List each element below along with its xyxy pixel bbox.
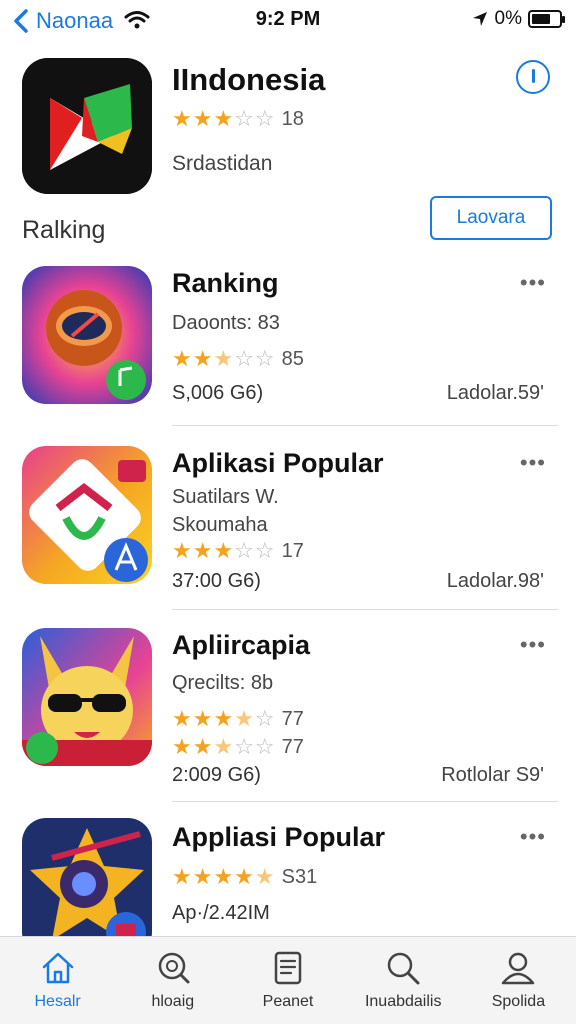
app-title: Ranking	[172, 268, 279, 298]
more-options-icon[interactable]: •••	[520, 270, 546, 296]
rating-count: 85	[281, 347, 304, 370]
status-indicators: 0%	[471, 8, 565, 30]
tab-label: Inuabdailis	[364, 993, 442, 1010]
featured-app-icon[interactable]	[22, 58, 152, 194]
tab-label: Hesalr	[34, 993, 81, 1010]
action-button[interactable]: Laovara	[430, 196, 552, 240]
more-options-icon[interactable]: •••	[520, 824, 546, 850]
star-rating: ★★★☆☆	[172, 346, 276, 371]
info-icon[interactable]	[516, 60, 550, 94]
tab-games[interactable]: hloaig	[115, 937, 230, 1024]
app-price: Ladolar.59'	[446, 382, 544, 404]
more-options-icon[interactable]: •••	[520, 450, 546, 476]
app-rating: ★★★★★ S31	[172, 864, 317, 890]
app-rating: ★★★★☆ 77	[172, 706, 304, 732]
person-icon	[502, 952, 535, 985]
play-logo-icon	[22, 58, 152, 194]
app-detail: Daoonts: 83	[172, 312, 280, 334]
rating-count: 18	[281, 107, 304, 130]
section-heading: Ralking	[22, 216, 106, 244]
app-price: Ladolar.98'	[446, 570, 544, 592]
rating-count: S31	[281, 865, 318, 888]
home-icon	[42, 952, 73, 984]
app-title: Aplikasi Popular	[172, 448, 384, 478]
app-price: Rotlolar S9'	[441, 764, 544, 786]
app-icon	[22, 446, 152, 584]
star-rating: ★★★★★	[172, 864, 276, 889]
app-list: Ranking ••• Daoonts: 83 ★★★☆☆ 85 S,006 G…	[0, 260, 576, 956]
app-detail: Suatilars W.	[172, 486, 279, 508]
app-rating: ★★★☆☆ 85	[172, 346, 304, 372]
tab-home[interactable]: Hesalr	[0, 937, 115, 1024]
app-size: 37:00 G6)	[172, 570, 261, 592]
app-icon	[22, 266, 152, 404]
app-title: Apliircapia	[172, 630, 311, 660]
app-icon	[22, 628, 152, 766]
star-rating: ★★★☆☆	[172, 106, 276, 131]
featured-app-subtitle: Srdastidan	[172, 152, 273, 175]
app-size: 2:009 G6)	[172, 764, 261, 786]
status-bar: Naonaa 9:2 PM 0%	[0, 0, 576, 44]
app-detail: Skoumaha	[172, 514, 268, 536]
tab-label: Spolida	[491, 993, 546, 1010]
more-options-icon[interactable]: •••	[520, 632, 546, 658]
tab-updates[interactable]: Peanet	[230, 937, 345, 1024]
star-rating: ★★★☆☆	[172, 538, 276, 563]
app-rating: ★★★☆☆ 77	[172, 734, 304, 760]
location-arrow-icon	[472, 12, 487, 26]
tab-label: hloaig	[151, 993, 195, 1010]
battery-icon	[528, 10, 565, 28]
list-item[interactable]: Ranking ••• Daoonts: 83 ★★★☆☆ 85 S,006 G…	[0, 260, 576, 426]
tab-label: Peanet	[262, 993, 314, 1010]
list-item[interactable]: Apliircapia ••• Qrecilts: 8b ★★★★☆ 77 ★★…	[0, 610, 576, 802]
fox-logo-icon	[22, 628, 152, 766]
app-detail: Qrecilts: 8b	[172, 672, 274, 694]
search-icon	[387, 952, 420, 985]
star-rating: ★★★☆☆	[172, 734, 276, 759]
search-globe-icon	[158, 952, 190, 984]
tab-profile[interactable]: Spolida	[461, 937, 576, 1024]
star-rating: ★★★★☆	[172, 706, 276, 731]
shop-logo-icon	[22, 446, 152, 584]
document-icon	[274, 951, 302, 985]
list-item[interactable]: Appliasi Popular ••• ★★★★★ S31 Ap·/2.42I…	[0, 802, 576, 956]
featured-app-title: IIndonesia	[172, 62, 326, 97]
tab-bar: Hesalr hloaig Peanet Inuabdailis Spolida	[0, 936, 576, 1024]
app-size: S,006 G6)	[172, 382, 264, 404]
app-size: Ap·/2.42IM	[172, 902, 270, 924]
rating-count: 77	[281, 735, 304, 758]
battery-percent: 0%	[494, 8, 522, 29]
app-title: Appliasi Popular	[172, 822, 386, 852]
rating-count: 77	[281, 707, 304, 730]
featured-app-rating: ★★★☆☆ 18	[172, 106, 304, 132]
helmet-logo-icon	[22, 266, 152, 404]
app-rating: ★★★☆☆ 17	[172, 538, 304, 564]
rating-count: 17	[281, 539, 304, 562]
tab-search[interactable]: Inuabdailis	[346, 937, 461, 1024]
list-item[interactable]: Aplikasi Popular ••• Suatilars W. Skouma…	[0, 426, 576, 610]
